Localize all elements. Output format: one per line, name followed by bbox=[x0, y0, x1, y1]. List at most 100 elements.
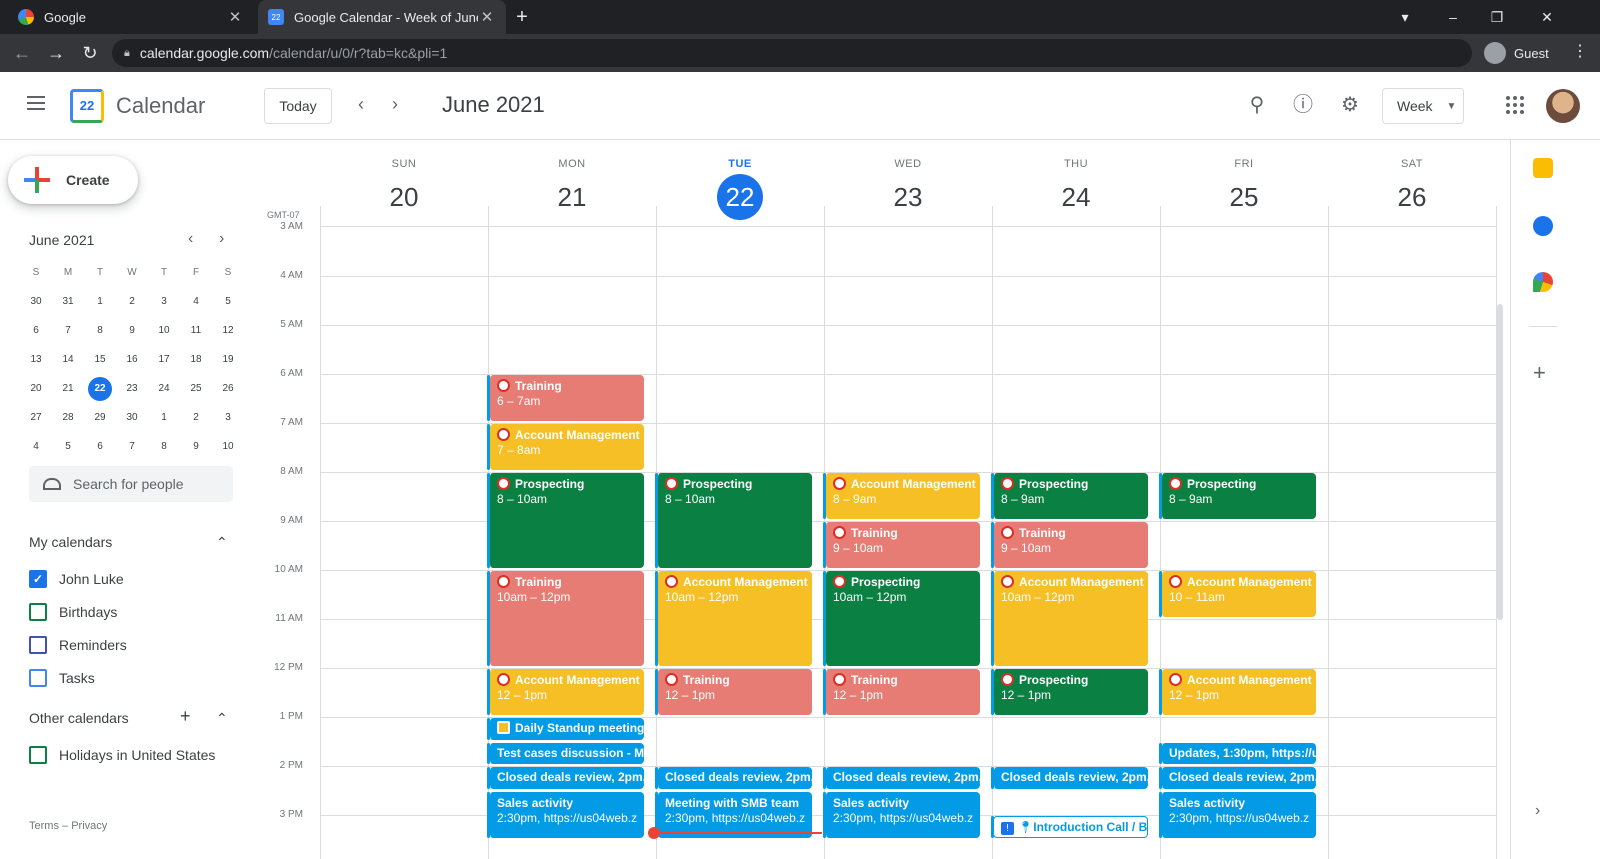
mini-day[interactable]: 30 bbox=[20, 296, 52, 307]
mini-day[interactable]: 3 bbox=[212, 412, 244, 423]
calendar-event[interactable]: Test cases discussion - Me bbox=[489, 742, 644, 764]
settings-gear-icon[interactable]: ⚙ bbox=[1337, 92, 1363, 118]
mini-day[interactable]: 30 bbox=[116, 412, 148, 423]
mini-day[interactable]: 15 bbox=[84, 354, 116, 365]
grid-scrollbar[interactable] bbox=[1497, 304, 1503, 620]
mini-day[interactable]: 1 bbox=[148, 412, 180, 423]
day-header[interactable]: FRI 25 bbox=[1160, 140, 1328, 220]
mini-day[interactable]: 16 bbox=[116, 354, 148, 365]
maps-icon[interactable] bbox=[1533, 272, 1553, 292]
calendar-item[interactable]: Tasks bbox=[29, 666, 95, 690]
calendar-event[interactable]: Sales activity 2:30pm, https://us04web.z bbox=[825, 791, 980, 838]
day-date-number[interactable]: 21 bbox=[549, 174, 595, 220]
mini-day[interactable]: 4 bbox=[180, 296, 212, 307]
day-date-number[interactable]: 26 bbox=[1389, 174, 1435, 220]
app-title[interactable]: Calendar bbox=[116, 93, 205, 119]
window-close-icon[interactable]: ✕ bbox=[1524, 0, 1570, 34]
calendar-item[interactable]: Reminders bbox=[29, 633, 127, 657]
mini-day[interactable]: 10 bbox=[212, 441, 244, 452]
calendar-event[interactable]: Updates, 1:30pm, https://u bbox=[1161, 742, 1316, 764]
mini-day[interactable]: 7 bbox=[116, 441, 148, 452]
mini-day[interactable]: 27 bbox=[20, 412, 52, 423]
mini-day[interactable]: 12 bbox=[212, 325, 244, 336]
calendar-event[interactable]: Closed deals review, 2pm, bbox=[489, 767, 644, 789]
collapse-other-calendars-icon[interactable]: ⌃ bbox=[216, 710, 228, 727]
calendar-event[interactable]: Prospecting 10am – 12pm bbox=[825, 571, 980, 666]
search-icon[interactable]: ⚲ bbox=[1244, 92, 1270, 118]
calendar-event[interactable]: Prospecting 8 – 9am bbox=[1161, 473, 1316, 519]
help-icon[interactable]: ⓘ bbox=[1290, 92, 1316, 118]
mini-day[interactable]: 6 bbox=[20, 325, 52, 336]
calendar-event[interactable]: Closed deals review, 2pm, bbox=[1161, 767, 1316, 789]
main-menu-icon[interactable] bbox=[24, 92, 48, 116]
tab-search-icon[interactable]: ▾ bbox=[1382, 0, 1428, 34]
mini-day[interactable]: 17 bbox=[148, 354, 180, 365]
day-header[interactable]: TUE 22 bbox=[656, 140, 824, 220]
calendar-event[interactable]: Prospecting 8 – 9am bbox=[993, 473, 1148, 519]
calendar-event[interactable]: Training 12 – 1pm bbox=[825, 669, 980, 715]
mini-day[interactable]: 25 bbox=[180, 383, 212, 394]
calendar-event[interactable]: Daily Standup meeting, bbox=[489, 718, 644, 740]
new-tab-icon[interactable]: + bbox=[510, 5, 534, 29]
mini-day[interactable]: 24 bbox=[148, 383, 180, 394]
calendar-event[interactable]: Account Management 7 – 8am bbox=[489, 424, 644, 470]
calendar-event[interactable]: Prospecting 8 – 10am bbox=[489, 473, 644, 568]
other-calendars-title[interactable]: Other calendars bbox=[29, 710, 129, 726]
my-calendars-title[interactable]: My calendars bbox=[29, 534, 112, 550]
day-header[interactable]: WED 23 bbox=[824, 140, 992, 220]
calendar-event[interactable]: Account Management 8 – 9am bbox=[825, 473, 980, 519]
collapse-my-calendars-icon[interactable]: ⌃ bbox=[216, 534, 228, 551]
today-button[interactable]: Today bbox=[264, 88, 332, 124]
search-people-input[interactable]: Search for people bbox=[29, 466, 233, 502]
calendar-logo-icon[interactable]: 22 bbox=[70, 89, 104, 123]
calendar-item[interactable]: Birthdays bbox=[29, 600, 117, 624]
mini-day[interactable]: 20 bbox=[20, 383, 52, 394]
calendar-event[interactable]: Training 10am – 12pm bbox=[489, 571, 644, 666]
mini-day[interactable]: 5 bbox=[52, 441, 84, 452]
calendar-item[interactable]: ✓ John Luke bbox=[29, 567, 124, 591]
mini-day[interactable]: 23 bbox=[116, 383, 148, 394]
calendar-event[interactable]: Closed deals review, 2pm, bbox=[993, 767, 1148, 789]
calendar-event[interactable]: Account Management 10am – 12pm bbox=[993, 571, 1148, 666]
mini-day[interactable]: 28 bbox=[52, 412, 84, 423]
account-avatar[interactable] bbox=[1546, 89, 1580, 123]
profile-button[interactable]: Guest bbox=[1484, 39, 1549, 67]
mini-day[interactable]: 5 bbox=[212, 296, 244, 307]
mini-day-today[interactable]: 22 bbox=[84, 376, 116, 401]
forward-icon[interactable]: → bbox=[44, 41, 68, 65]
calendar-event[interactable]: Account Management 10 – 11am bbox=[1161, 571, 1316, 617]
close-tab-icon[interactable]: ✕ bbox=[226, 8, 244, 26]
maximize-icon[interactable]: ❐ bbox=[1474, 0, 1520, 34]
mini-day[interactable]: 7 bbox=[52, 325, 84, 336]
calendar-event[interactable]: Sales activity 2:30pm, https://us04web.z bbox=[489, 791, 644, 838]
calendar-event[interactable]: Training 9 – 10am bbox=[993, 522, 1148, 568]
minimize-icon[interactable]: – bbox=[1430, 0, 1476, 34]
calendar-event[interactable]: Account Management 10am – 12pm bbox=[657, 571, 812, 666]
expand-side-panel-icon[interactable]: › bbox=[1535, 802, 1540, 820]
privacy-link[interactable]: Privacy bbox=[71, 820, 107, 832]
calendar-event[interactable]: Training 9 – 10am bbox=[825, 522, 980, 568]
mini-day[interactable]: 10 bbox=[148, 325, 180, 336]
mini-day[interactable]: 2 bbox=[180, 412, 212, 423]
keep-icon[interactable] bbox=[1533, 158, 1553, 178]
mini-day[interactable]: 11 bbox=[180, 325, 212, 336]
today-date-number[interactable]: 22 bbox=[717, 174, 763, 220]
mini-prev-month-icon[interactable]: ‹ bbox=[188, 230, 193, 248]
mini-day[interactable]: 4 bbox=[20, 441, 52, 452]
mini-day[interactable]: 1 bbox=[84, 296, 116, 307]
mini-day[interactable]: 26 bbox=[212, 383, 244, 394]
checkbox-icon[interactable] bbox=[29, 636, 47, 654]
calendar-event[interactable]: Training 12 – 1pm bbox=[657, 669, 812, 715]
day-date-number[interactable]: 24 bbox=[1053, 174, 1099, 220]
mini-day[interactable]: 8 bbox=[84, 325, 116, 336]
checkbox-icon[interactable] bbox=[29, 603, 47, 621]
url-input[interactable]: 🔒︎ calendar.google.com/calendar/u/0/r?ta… bbox=[112, 39, 1472, 67]
mini-day[interactable]: 18 bbox=[180, 354, 212, 365]
mini-day[interactable]: 19 bbox=[212, 354, 244, 365]
previous-period-icon[interactable]: ‹ bbox=[358, 94, 364, 115]
day-date-number[interactable]: 25 bbox=[1221, 174, 1267, 220]
mini-day[interactable]: 31 bbox=[52, 296, 84, 307]
mini-day[interactable]: 21 bbox=[52, 383, 84, 394]
mini-day[interactable]: 8 bbox=[148, 441, 180, 452]
checkbox-checked-icon[interactable]: ✓ bbox=[29, 570, 47, 588]
